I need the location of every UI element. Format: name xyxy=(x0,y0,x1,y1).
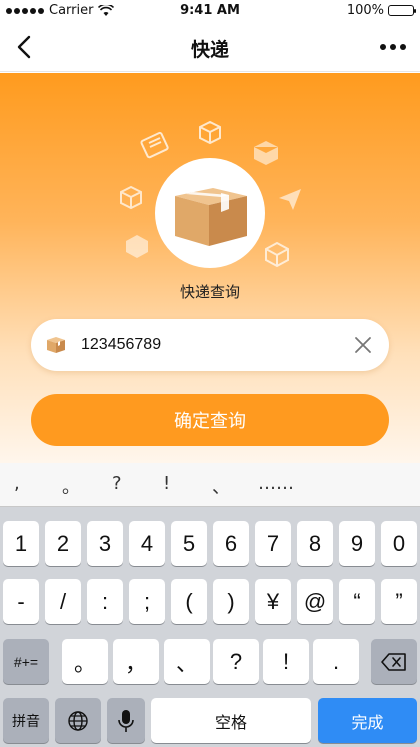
key[interactable]: 8 xyxy=(297,521,333,566)
paper-plane-icon xyxy=(279,189,301,210)
key[interactable]: 9 xyxy=(339,521,375,566)
key[interactable]: - xyxy=(3,579,39,624)
key[interactable]: ， xyxy=(113,639,159,684)
key[interactable]: . xyxy=(313,639,359,684)
key[interactable]: ? xyxy=(213,639,259,684)
document-icon xyxy=(140,131,169,159)
battery-percent: 100% xyxy=(346,3,384,18)
express-query-panel: 快递查询 确定查询 xyxy=(0,73,420,463)
parcel-illustration xyxy=(155,158,265,268)
status-bar: Carrier 9:41 AM 100% xyxy=(0,0,420,22)
key[interactable]: ; xyxy=(129,579,165,624)
more-dots-icon[interactable] xyxy=(378,32,408,62)
key[interactable]: 、 xyxy=(164,639,210,684)
candidate-key[interactable]: ? xyxy=(112,473,122,494)
key[interactable]: 。 xyxy=(62,639,108,684)
key[interactable]: 0 xyxy=(381,521,417,566)
box-icon xyxy=(175,188,247,246)
key[interactable]: @ xyxy=(297,579,333,624)
key[interactable]: 4 xyxy=(129,521,165,566)
page-title: 快递 xyxy=(190,39,229,61)
confirm-query-button[interactable]: 确定查询 xyxy=(31,394,389,446)
key[interactable]: ) xyxy=(213,579,249,624)
pinyin-key[interactable]: 拼音 xyxy=(3,698,49,743)
tracking-number-input[interactable] xyxy=(81,329,341,361)
box-icon xyxy=(47,337,65,353)
key[interactable]: 1 xyxy=(3,521,39,566)
nav-bar: 快递 xyxy=(0,22,420,72)
key[interactable]: : xyxy=(87,579,123,624)
key[interactable]: ( xyxy=(171,579,207,624)
parcel-icon xyxy=(265,241,289,268)
key[interactable]: / xyxy=(45,579,81,624)
microphone-icon xyxy=(118,709,134,732)
key[interactable]: ¥ xyxy=(255,579,291,624)
parcel-icon xyxy=(199,120,221,145)
key[interactable]: 7 xyxy=(255,521,291,566)
candidate-key[interactable]: 、 xyxy=(212,473,230,499)
space-key[interactable]: 空格 xyxy=(151,698,311,743)
key[interactable]: 6 xyxy=(213,521,249,566)
candidate-key[interactable]: …… xyxy=(258,473,294,494)
symbols-key[interactable]: #+= xyxy=(3,639,49,684)
key[interactable]: 5 xyxy=(171,521,207,566)
backspace-key[interactable] xyxy=(371,639,417,684)
candidate-key[interactable]: 。 xyxy=(62,473,80,499)
close-icon[interactable] xyxy=(351,333,375,357)
express-query-label: 快递查询 xyxy=(179,283,240,301)
parcel-icon xyxy=(120,185,142,210)
key[interactable]: “ xyxy=(339,579,375,624)
globe-icon xyxy=(68,710,88,731)
candidate-bar: , 。 ? ! 、 …… xyxy=(0,463,420,507)
parcel-icon xyxy=(126,235,148,258)
key[interactable]: 3 xyxy=(87,521,123,566)
tracking-number-field[interactable] xyxy=(31,319,389,371)
key[interactable]: 2 xyxy=(45,521,81,566)
battery-status: 100% xyxy=(346,3,416,18)
microphone-key[interactable] xyxy=(107,698,145,743)
key[interactable]: ! xyxy=(263,639,309,684)
done-key[interactable]: 完成 xyxy=(318,698,417,743)
backspace-icon xyxy=(381,652,406,671)
candidate-key[interactable]: ! xyxy=(163,473,170,494)
keyboard: , 。 ? ! 、 …… 1 2 3 4 5 6 7 8 9 0 - / : ;… xyxy=(0,463,420,747)
globe-key[interactable] xyxy=(55,698,101,743)
key[interactable]: ” xyxy=(381,579,417,624)
candidate-key[interactable]: , xyxy=(14,473,20,494)
battery-icon xyxy=(388,5,416,16)
